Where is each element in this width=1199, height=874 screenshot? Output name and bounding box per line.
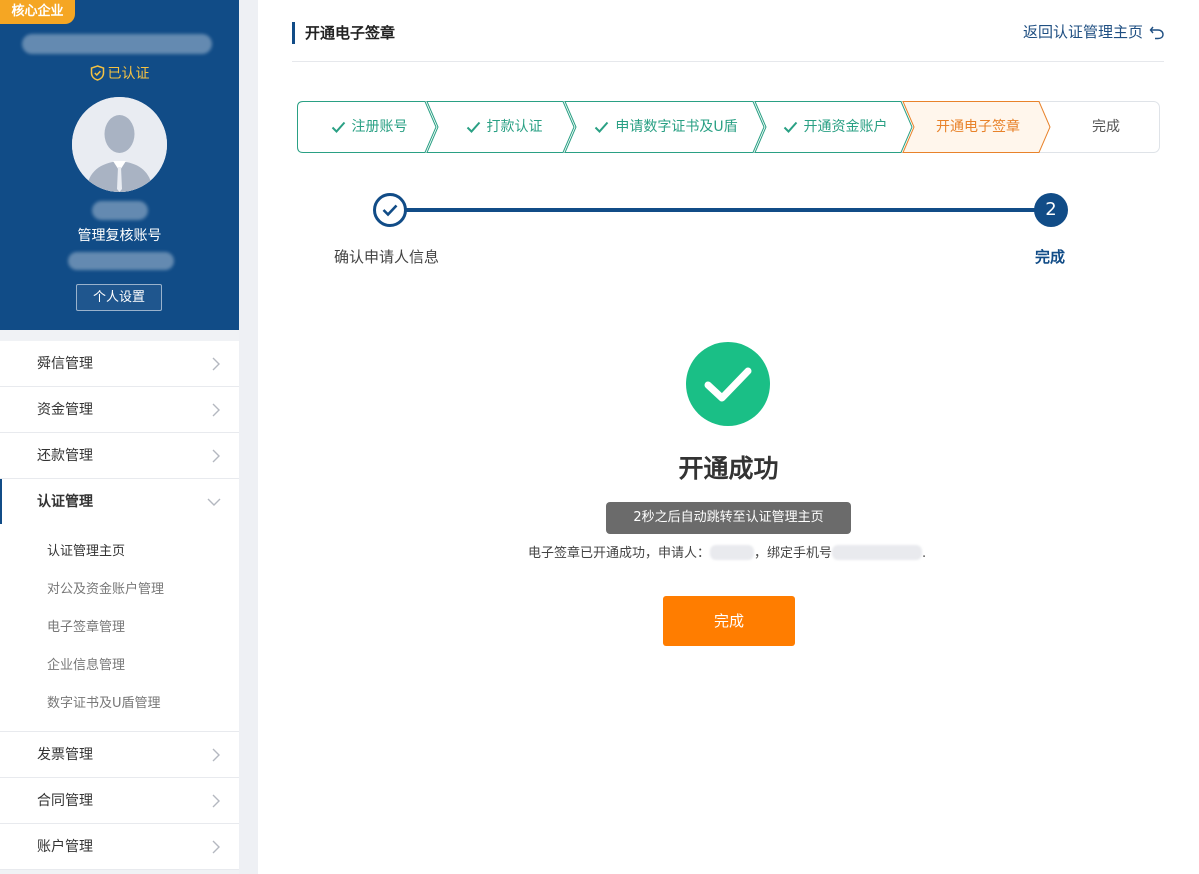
success-title: 开通成功	[678, 454, 779, 483]
chevron-right-icon	[212, 449, 220, 463]
step-payment-verify: 打款认证	[438, 101, 570, 153]
menu-item-shunxin[interactable]: 舜信管理	[0, 341, 239, 387]
check-icon	[595, 121, 609, 133]
chevron-right-icon	[212, 840, 220, 854]
menu-item-certification[interactable]: 认证管理	[0, 479, 239, 525]
steps-bar: 注册账号 打款认证 申请数字证书及U盾 开通资金账户 开通电子签章 完成	[297, 101, 1160, 153]
progress-step-2-label: 完成	[1035, 248, 1066, 266]
submenu-item-accounts[interactable]: 对公及资金账户管理	[47, 580, 164, 600]
page-title: 开通电子签章	[292, 22, 395, 44]
desc-prefix: 电子签章已开通成功，申请人：	[528, 546, 711, 561]
menu-item-contract[interactable]: 合同管理	[0, 778, 239, 824]
chevron-right-icon	[212, 403, 220, 417]
progress-step-2-marker: 2	[1034, 193, 1068, 227]
menu-item-label: 账户管理	[37, 839, 93, 855]
submenu-item-e-seal[interactable]: 电子签章管理	[47, 618, 125, 638]
result-description: 电子签章已开通成功，申请人： ，绑定手机号.	[528, 544, 926, 564]
step-fund-account: 开通资金账户	[764, 101, 906, 153]
step-label: 申请数字证书及U盾	[615, 119, 738, 135]
certification-submenu: 认证管理主页 对公及资金账户管理 电子签章管理 企业信息管理 数字证书及U盾管理	[0, 524, 239, 732]
redirect-toast: 2秒之后自动跳转至认证管理主页	[606, 502, 851, 534]
step-complete: 完成	[1052, 101, 1160, 153]
menu-item-label: 舜信管理	[37, 356, 93, 372]
chevron-right-icon	[212, 357, 220, 371]
account-id-masked	[68, 252, 174, 270]
back-to-cert-home-link[interactable]: 返回认证管理主页	[1023, 21, 1165, 43]
header-divider	[292, 61, 1164, 62]
certified-status: 已认证	[0, 64, 239, 84]
personal-settings-button[interactable]: 个人设置	[76, 284, 162, 311]
avatar	[72, 97, 167, 192]
step-label: 打款认证	[486, 119, 543, 135]
return-arrow-icon	[1149, 26, 1164, 40]
success-icon	[686, 342, 770, 426]
menu-item-label: 发票管理	[37, 747, 93, 763]
step-certificate-ukey: 申请数字证书及U盾	[575, 101, 757, 153]
profile-panel: 核心企业 已认证 管理复核账号 个人设置	[0, 0, 239, 330]
role-name: 管理复核账号	[77, 228, 162, 244]
submenu-item-cert-ukey[interactable]: 数字证书及U盾管理	[47, 694, 161, 714]
menu-item-invoice[interactable]: 发票管理	[0, 732, 239, 778]
menu-item-label: 还款管理	[37, 448, 93, 464]
desc-suffix: .	[922, 546, 927, 561]
menu-item-label: 认证管理	[37, 494, 93, 510]
company-name-masked	[22, 34, 212, 54]
step-label: 开通电子签章	[936, 119, 1020, 135]
sidebar: 核心企业 已认证 管理复核账号 个人设置 舜信管理 资金管理 还款管理 认证管理…	[0, 0, 239, 874]
progress-step-1-marker	[373, 193, 407, 227]
check-icon	[331, 121, 345, 133]
step-register: 注册账号	[305, 101, 433, 153]
phone-number-masked	[832, 545, 923, 560]
shield-check-icon	[90, 65, 104, 81]
menu-item-label: 合同管理	[37, 793, 93, 809]
certified-label: 已认证	[107, 66, 150, 82]
chevron-down-icon	[207, 498, 221, 506]
check-icon	[382, 204, 398, 217]
step-label: 注册账号	[351, 119, 408, 135]
check-icon	[466, 121, 480, 133]
core-enterprise-badge: 核心企业	[0, 0, 75, 24]
desc-middle: ，绑定手机号	[754, 546, 833, 561]
submenu-item-company-info[interactable]: 企业信息管理	[47, 656, 125, 676]
menu-item-funds[interactable]: 资金管理	[0, 387, 239, 433]
step-label: 完成	[1092, 119, 1120, 135]
user-name-masked	[92, 201, 148, 220]
check-icon	[783, 121, 797, 133]
main-content: 开通电子签章 返回认证管理主页 注册账号 打款认证 申请数字证书及U盾 开通资金…	[258, 0, 1199, 874]
progress-step-1-label: 确认申请人信息	[334, 248, 440, 266]
finish-button[interactable]: 完成	[663, 596, 795, 646]
menu-item-label: 资金管理	[37, 402, 93, 418]
submenu-item-cert-home[interactable]: 认证管理主页	[47, 542, 125, 562]
applicant-name-masked	[710, 545, 755, 560]
menu-item-account[interactable]: 账户管理	[0, 824, 239, 870]
step-label: 开通资金账户	[803, 119, 888, 135]
chevron-right-icon	[212, 748, 220, 762]
chevron-right-icon	[212, 794, 220, 808]
check-icon	[704, 367, 752, 402]
user-silhouette-icon	[72, 97, 167, 192]
menu-item-repayment[interactable]: 还款管理	[0, 433, 239, 479]
step-e-seal: 开通电子签章	[911, 101, 1045, 153]
back-link-label: 返回认证管理主页	[1022, 23, 1143, 41]
progress-line	[388, 208, 1053, 212]
